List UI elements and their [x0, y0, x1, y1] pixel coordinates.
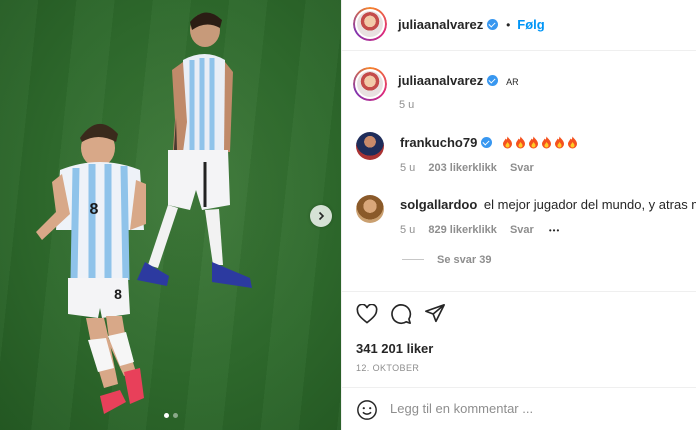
carousel-next-button[interactable]: [310, 205, 332, 227]
like-count[interactable]: 341 201 liker: [356, 341, 433, 356]
post-date: 12. OKTOBER: [356, 363, 420, 373]
comment-username[interactable]: solgallardoo: [400, 197, 477, 212]
comment: frankucho79: [400, 134, 578, 150]
reply-button[interactable]: Svar: [510, 162, 534, 174]
commenter-avatar[interactable]: [356, 132, 384, 160]
caption-avatar[interactable]: [353, 67, 387, 101]
fire-icon: [516, 136, 526, 149]
svg-text:8: 8: [114, 286, 122, 302]
follow-button[interactable]: Følg: [517, 17, 544, 32]
caption-text: AR: [506, 77, 519, 87]
caption: juliaanalvarez AR: [398, 72, 519, 88]
comment-icon[interactable]: [390, 303, 412, 325]
fire-icon: [529, 136, 539, 149]
header-separator: •: [506, 18, 511, 32]
carousel-dot[interactable]: [163, 413, 169, 418]
fire-emoji-group: [500, 134, 578, 150]
chevron-right-icon: [318, 211, 325, 221]
author-username[interactable]: juliaanalvarez: [398, 17, 483, 32]
header-divider: [342, 50, 696, 51]
verified-icon: [487, 19, 499, 30]
comment-text: el mejor jugador del mundo, y atras mess…: [483, 197, 696, 212]
author-avatar[interactable]: [353, 7, 387, 41]
instagram-post: 8 8 juliaanalvarez • Følg juliaanalvarez…: [0, 0, 696, 430]
fire-icon: [555, 136, 565, 149]
carousel-dot[interactable]: [172, 413, 178, 418]
comment-time: 5 u: [400, 224, 416, 236]
svg-text:8: 8: [90, 201, 99, 218]
fire-icon: [503, 136, 513, 149]
comment-likes[interactable]: 203 likerklikk: [428, 162, 497, 174]
comments-divider: [342, 291, 696, 292]
post-header: juliaanalvarez • Følg: [398, 16, 545, 32]
fire-icon: [542, 136, 552, 149]
comment-meta: 5 u 203 likerklikk Svar: [400, 162, 534, 174]
comment-meta: 5 u 829 likerklikk Svar •••: [400, 224, 560, 236]
comment-input[interactable]: [390, 401, 590, 416]
commenter-avatar[interactable]: [356, 195, 384, 223]
comment: solgallardoo el mejor jugador del mundo,…: [400, 197, 696, 212]
reply-button[interactable]: Svar: [510, 224, 534, 236]
comment-username[interactable]: frankucho79: [400, 135, 477, 150]
verified-icon: [481, 137, 493, 148]
replies-line: [402, 259, 424, 260]
comment-time: 5 u: [400, 162, 416, 174]
more-options-icon[interactable]: •••: [549, 226, 560, 235]
fire-icon: [568, 136, 578, 149]
caption-username[interactable]: juliaanalvarez: [398, 73, 483, 88]
heart-icon[interactable]: [356, 304, 378, 324]
comment-likes[interactable]: 829 likerklikk: [428, 224, 497, 236]
smiley-icon[interactable]: [356, 399, 378, 421]
composer-divider: [342, 387, 696, 388]
carousel-dots: [0, 413, 341, 418]
player-back-figure: 8 8: [36, 12, 252, 414]
view-replies-button[interactable]: Se svar 39: [437, 254, 491, 266]
caption-time: 5 u: [399, 99, 415, 111]
post-side-panel: juliaanalvarez • Følg juliaanalvarez AR …: [341, 0, 696, 430]
post-image[interactable]: 8 8: [0, 0, 341, 430]
share-icon[interactable]: [424, 303, 446, 325]
verified-icon: [487, 75, 499, 86]
